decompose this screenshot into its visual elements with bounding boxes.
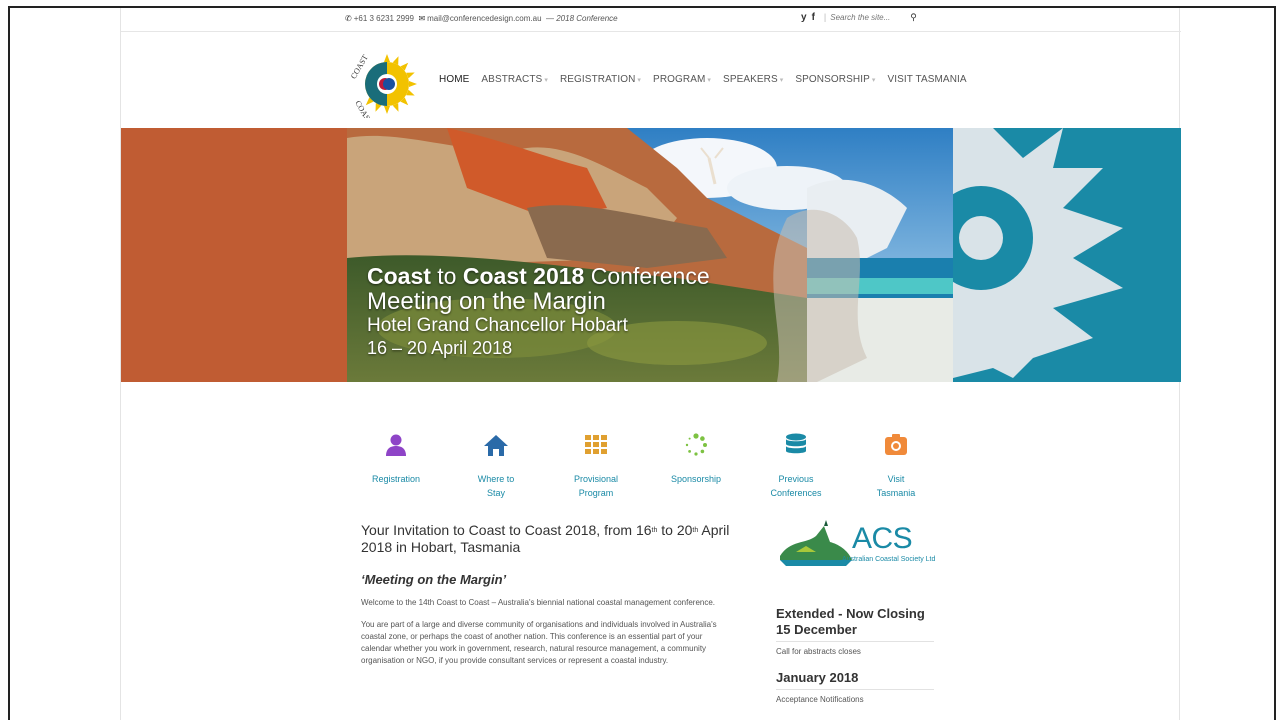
chevron-down-icon: ▾: [779, 77, 784, 84]
hero-title-part: Conference: [584, 263, 710, 289]
key-date-heading: Extended - Now Closing 15 December: [776, 606, 925, 637]
nav-home[interactable]: HOME: [439, 74, 469, 85]
quicklink-where-to-stay[interactable]: Where to Stay: [451, 432, 541, 500]
nav-label: VISIT TASMANIA: [887, 74, 967, 85]
search-input[interactable]: [830, 13, 907, 22]
community-paragraph: You are part of a large and diverse comm…: [361, 620, 717, 665]
hero-title-part: Coast: [367, 263, 431, 289]
facebook-icon[interactable]: f: [812, 12, 815, 23]
key-date-heading: January 2018: [776, 670, 859, 685]
quicklink-registration[interactable]: Registration: [351, 432, 441, 486]
quicklink-previous-conferences[interactable]: Previous Conferences: [751, 432, 841, 500]
phone-icon: ✆: [345, 14, 352, 23]
hero-theme: Meeting on the Margin: [367, 288, 606, 316]
main-content: Your Invitation to Coast to Coast 2018, …: [361, 522, 731, 667]
acs-logo[interactable]: ACS Australian Coastal Society Ltd: [776, 516, 936, 574]
title-part: Your Invitation to Coast to Coast 2018, …: [361, 522, 652, 538]
conference-label: 2018 Conference: [556, 14, 618, 23]
quicklink-label: Where to Stay: [451, 472, 541, 500]
key-date: Extended - Now Closing 15 December Call …: [776, 606, 936, 656]
hero-rust-panel: [121, 128, 347, 382]
hero-title-part: to: [430, 263, 463, 289]
home-icon: [484, 435, 508, 456]
key-date-note: Acceptance Notifications: [776, 689, 934, 704]
nav-label: SPONSORSHIP: [795, 74, 870, 85]
quick-links: Registration Where to Stay Provisional Pro…: [351, 432, 951, 512]
divider: |: [823, 12, 827, 22]
hero-venue: Hotel Grand Chancellor Hobart: [367, 314, 628, 336]
label-line: Conferences: [770, 488, 822, 498]
nav-program[interactable]: PROGRAM ▾: [653, 74, 711, 85]
acs-subtitle: Australian Coastal Society Ltd: [842, 556, 936, 563]
hero-teal-panel: [953, 128, 1181, 382]
chevron-down-icon: ▾: [544, 77, 548, 84]
hero-headline: Coast to Coast 2018 Conference Meeting o…: [367, 263, 710, 358]
quicklink-label: Registration: [351, 472, 441, 486]
utility-bar: ✆ +61 3 6231 2999 ✉ mail@conferencedesign.…: [121, 8, 1181, 32]
grid-icon: [585, 435, 607, 454]
quicklink-sponsorship[interactable]: Sponsorship: [651, 432, 741, 486]
nav-visit-tasmania[interactable]: VISIT TASMANIA: [887, 74, 966, 85]
phone-link[interactable]: +61 3 6231 2999: [354, 14, 414, 23]
quicklink-label: Previous Conferences: [751, 472, 841, 500]
label-line: Sponsorship: [670, 474, 722, 484]
user-icon: [386, 434, 406, 456]
main-nav: HOME ABSTRACTS ▾ REGISTRATION ▾ PROGRAM ▾ S…: [439, 74, 979, 85]
nav-speakers[interactable]: SPEAKERS ▾: [723, 74, 783, 85]
key-date-note: Call for abstracts closes: [776, 641, 934, 656]
theme-heading: ‘Meeting on the Margin’: [361, 572, 507, 587]
twitter-icon[interactable]: y: [801, 12, 807, 23]
hero-title: Coast to Coast 2018 Conference: [367, 263, 710, 289]
key-date: January 2018 Acceptance Notifications: [776, 670, 936, 704]
label-line: Tasmania: [876, 488, 916, 498]
site-container: ✆ +61 3 6231 2999 ✉ mail@conferencedesign.…: [120, 8, 1181, 720]
nav-sponsorship[interactable]: SPONSORSHIP ▾: [795, 74, 875, 85]
nav-abstracts[interactable]: ABSTRACTS ▾: [481, 74, 548, 85]
title-part: to 20: [657, 522, 693, 538]
quicklink-provisional-program[interactable]: Provisional Program: [551, 432, 641, 500]
label-line: Previous: [778, 474, 814, 484]
camera-icon: [885, 434, 907, 455]
hero-title-part: Coast 2018: [462, 263, 585, 289]
hero-dates: 16 – 20 April 2018: [367, 337, 513, 358]
contact-info: ✆ +61 3 6231 2999 ✉ mail@conferencedesign.…: [345, 14, 618, 23]
label-line: Program: [578, 488, 614, 498]
chevron-down-icon: ▾: [871, 77, 876, 84]
nav-label: ABSTRACTS: [481, 74, 543, 85]
envelope-icon: ✉: [418, 14, 426, 23]
nav-label: REGISTRATION: [559, 74, 636, 85]
quicklink-label: Sponsorship: [651, 472, 741, 486]
label-line: Registration: [371, 474, 421, 484]
label-line: Visit: [887, 474, 905, 484]
nav-registration[interactable]: REGISTRATION ▾: [560, 74, 641, 85]
nav-label: SPEAKERS: [723, 74, 778, 85]
social-search: yf | ⚲: [801, 12, 917, 23]
search-icon[interactable]: ⚲: [910, 12, 917, 22]
quicklink-label: Visit Tasmania: [851, 472, 941, 500]
label-line: Where to: [477, 474, 515, 484]
email-link[interactable]: mail@conferencedesign.com.au: [427, 14, 541, 23]
chevron-down-icon: ▾: [707, 77, 712, 84]
quicklink-visit-tasmania[interactable]: Visit Tasmania: [851, 432, 941, 500]
database-icon: [786, 433, 806, 454]
label-line: Stay: [486, 488, 505, 498]
spinner-icon: [685, 433, 707, 456]
nav-label: PROGRAM: [653, 74, 706, 85]
sidebar: ACS Australian Coastal Society Ltd Exten…: [776, 516, 936, 704]
quicklink-label: Provisional Program: [551, 472, 641, 500]
acs-title: ACS: [852, 522, 913, 555]
coast-to-coast-logo[interactable]: COAST COAST: [347, 46, 419, 118]
welcome-paragraph: Welcome to the 14th Coast to Coast – Aus…: [361, 598, 716, 607]
nav-label: HOME: [439, 74, 470, 85]
dash-separator: —: [546, 14, 554, 23]
page-title: Your Invitation to Coast to Coast 2018, …: [361, 522, 731, 556]
chevron-down-icon: ▾: [637, 77, 642, 84]
label-line: Provisional: [573, 474, 619, 484]
browser-frame: ✆ +61 3 6231 2999 ✉ mail@conferencedesign.…: [8, 6, 1276, 720]
hero-banner: Coast to Coast 2018 Conference Meeting o…: [121, 128, 1181, 382]
